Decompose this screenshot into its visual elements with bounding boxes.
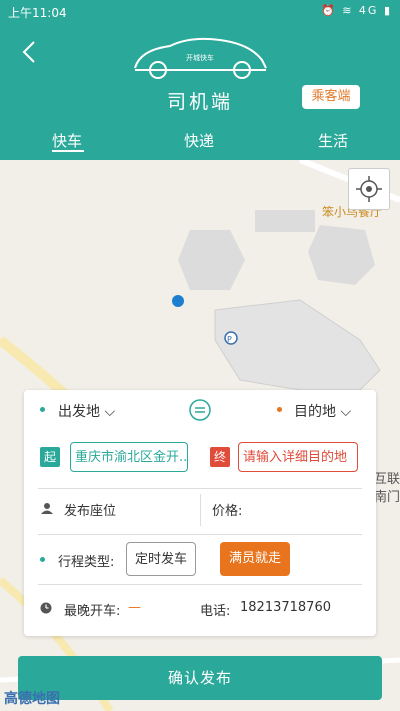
publish-form-card: 出发地 ⌵ 目的地 ⌵ 起 重庆市渝北区金开... 终 请输入详细目的地 发布座… [24,390,376,636]
status-bar: 上午11:04 ⏰ ≋ 4G ▮ [0,0,400,22]
app-header: 上午11:04 ⏰ ≋ 4G ▮ 开城快车 司机端 乘客端 快车 快递 生活 [0,0,400,160]
status-icons: ⏰ ≋ 4G ▮ [321,4,392,17]
tab-life[interactable]: 生活 [318,130,348,151]
latest-departure-label: 最晚开车: [64,604,121,619]
tab-delivery[interactable]: 快递 [184,130,214,151]
divider [38,584,362,585]
tab-bar: 快车 快递 生活 [0,128,400,160]
passenger-mode-button[interactable]: 乘客端 [302,85,360,109]
end-tag: 终 [210,447,230,467]
divider [38,534,362,535]
phone-label: 电话: [200,604,231,619]
confirm-publish-button[interactable]: 确认发布 [18,656,382,700]
price-label[interactable]: 价格: [212,500,242,519]
start-tag: 起 [40,447,60,467]
depart-when-full-button[interactable]: 满员就走 [220,542,290,576]
from-selector[interactable]: 出发地 ⌵ [58,401,115,421]
start-address-field[interactable]: 重庆市渝北区金开... [70,442,188,472]
map-poi-label-3: 南门 [374,489,400,505]
to-label: 目的地 [294,404,336,420]
status-time: 上午11:04 [8,6,67,20]
seats-label[interactable]: 发布座位 [64,500,116,519]
current-location-dot [172,295,184,307]
to-selector[interactable]: 目的地 ⌵ [294,401,351,421]
car-logo-icon: 开城快车 [134,37,267,79]
swap-icon[interactable] [189,399,211,421]
to-dot [277,407,282,412]
scheduled-departure-button[interactable]: 定时发车 [126,542,196,576]
end-address-field[interactable]: 请输入详细目的地 [238,442,358,472]
divider [38,488,362,489]
trip-type-label: 行程类型: [58,555,115,570]
divider [200,494,201,526]
from-label: 出发地 [58,404,100,420]
crosshair-icon [356,176,382,202]
chevron-down-icon: ⌵ [100,404,116,420]
map-poi-label-2: 互联 [374,472,400,487]
latest-departure-value[interactable]: — [128,600,141,615]
parking-icon: P [227,335,232,344]
logo-text: 开城快车 [186,53,214,62]
person-icon [41,503,53,514]
back-arrow-icon[interactable] [18,40,42,64]
chevron-down-icon: ⌵ [336,404,352,420]
clock-icon [40,602,52,614]
tab-express-car[interactable]: 快车 [52,130,82,151]
map-brand-logo: 高德地图 [4,691,60,707]
locate-button[interactable] [348,168,390,210]
from-dot [40,407,45,412]
active-tab-indicator [52,150,84,152]
trip-type-dot [40,557,45,562]
phone-value[interactable]: 18213718760 [240,600,331,615]
